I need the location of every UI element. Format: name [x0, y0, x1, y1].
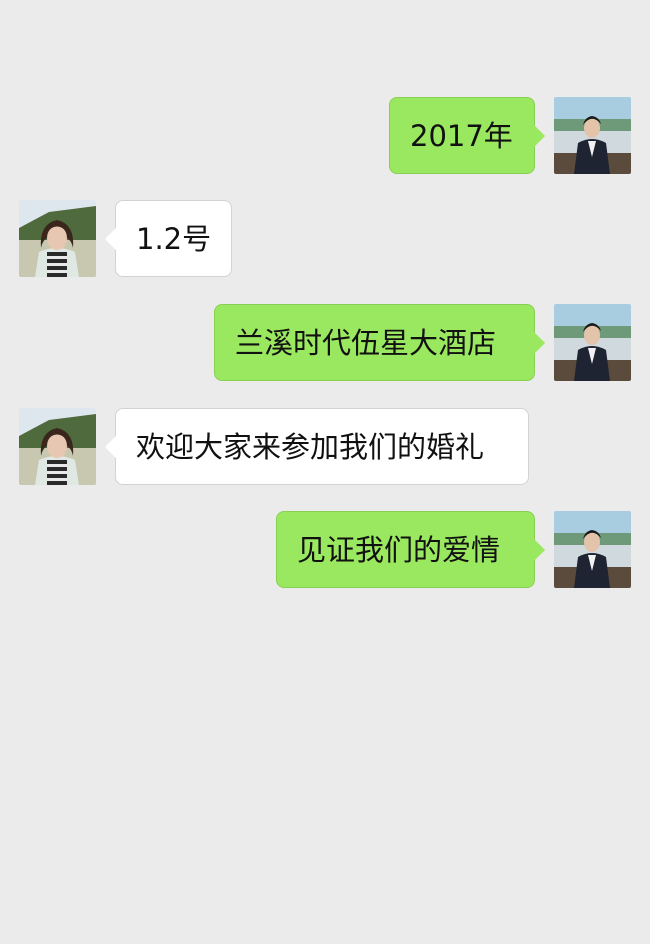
female-avatar[interactable]: [19, 200, 96, 277]
male-avatar[interactable]: [554, 304, 631, 381]
message-bubble-incoming[interactable]: 欢迎大家来参加我们的婚礼: [105, 408, 529, 485]
message-bubble-incoming[interactable]: 1.2号: [105, 200, 232, 277]
message-text: 2017年: [410, 119, 513, 153]
female-avatar[interactable]: [19, 408, 96, 485]
message-text: 见证我们的爱情: [297, 533, 501, 567]
message-text: 1.2号: [136, 222, 212, 256]
chat-area[interactable]: 2017年 1.2号 兰溪时代伍星大酒店 欢迎大家来参加我们的婚礼 见证我们的爱…: [0, 0, 650, 944]
male-avatar[interactable]: [554, 97, 631, 174]
message-bubble-outgoing[interactable]: 兰溪时代伍星大酒店: [214, 304, 545, 381]
message-bubble-outgoing[interactable]: 2017年: [389, 97, 545, 174]
message-text: 兰溪时代伍星大酒店: [235, 326, 497, 360]
message-text: 欢迎大家来参加我们的婚礼: [136, 430, 485, 464]
message-bubble-outgoing[interactable]: 见证我们的爱情: [276, 511, 545, 588]
male-avatar[interactable]: [554, 511, 631, 588]
